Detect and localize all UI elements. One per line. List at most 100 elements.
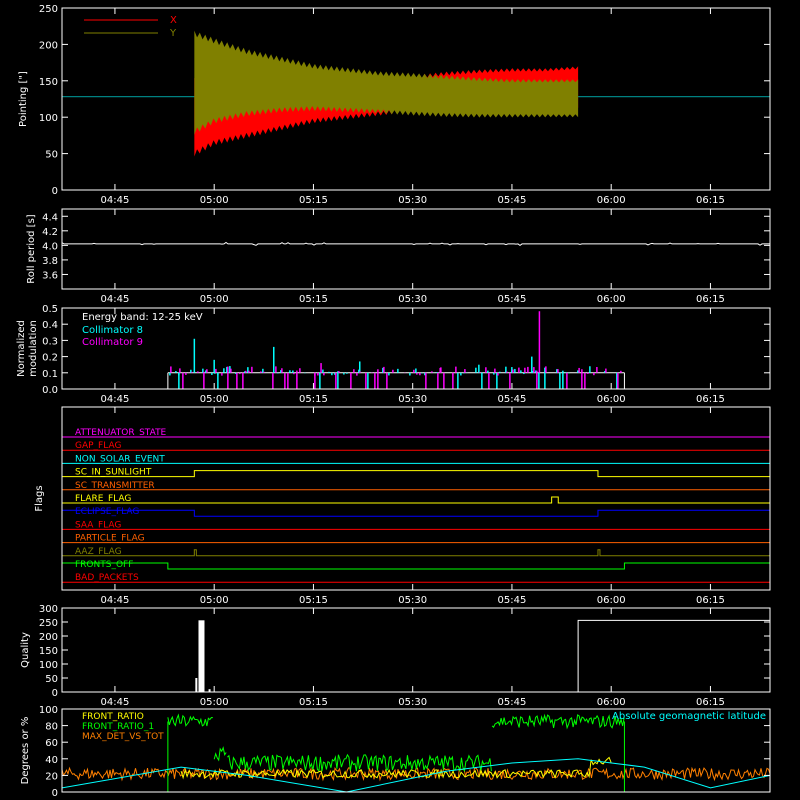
y-tick-label: 80 <box>45 722 58 733</box>
flag-line-flare_flag <box>62 496 770 504</box>
y-tick-label: 100 <box>39 113 58 124</box>
y-tick-label: 250 <box>39 618 58 629</box>
flag-label: SC_IN_SUNLIGHT <box>75 468 152 478</box>
flag-label: PARTICLE_FLAG <box>75 534 145 544</box>
y-tick-label: 200 <box>39 40 58 51</box>
quality-block <box>198 620 205 692</box>
flag-line-sc_in_sunlight <box>62 470 770 478</box>
y-tick-label: 0.4 <box>42 320 58 331</box>
y-axis-label: Flags <box>34 485 45 511</box>
y-axis-label: modulation <box>28 320 39 377</box>
x-tick-label: 05:00 <box>200 195 229 206</box>
x-tick-label: 05:45 <box>498 697 527 708</box>
flag-line-fronts_off <box>61 562 771 570</box>
y-tick-label: 150 <box>39 646 58 657</box>
y-tick-label: 3.6 <box>42 270 58 281</box>
y-tick-label: 250 <box>39 4 58 15</box>
x-tick-label: 04:45 <box>101 195 130 206</box>
x-tick-label: 05:15 <box>299 595 328 606</box>
y-tick-label: 0.0 <box>42 385 58 396</box>
y-tick-label: 4.0 <box>42 241 58 252</box>
y-tick-label: 40 <box>45 755 58 766</box>
figure: 04:45 05:00 05:15 05:30 05:45 06:00 06:15 0 50 10… <box>16 4 771 799</box>
y-tick-label: 60 <box>45 738 58 749</box>
x-tick-label: 05:00 <box>200 697 229 708</box>
x-tick-label: 05:30 <box>398 595 427 606</box>
x-tick-label: 05:45 <box>498 294 527 305</box>
legend-label: Y <box>169 28 177 39</box>
flag-line-eclipse_flag <box>61 509 771 517</box>
x-tick-label: 06:15 <box>696 294 725 305</box>
legend-label: X <box>170 15 177 26</box>
panel-2-frame <box>61 208 771 290</box>
x-tick-label: 04:45 <box>101 394 130 405</box>
x-tick-label: 06:15 <box>696 394 725 405</box>
x-tick-label: 05:00 <box>200 294 229 305</box>
y-tick-label: 4.4 <box>42 212 58 223</box>
x-tick-label: 04:45 <box>101 697 130 708</box>
x-tick-label: 05:15 <box>299 697 328 708</box>
legend-label: FRONT_RATIO <box>82 712 144 722</box>
x-tick-label: 05:45 <box>498 195 527 206</box>
y-tick-label: 50 <box>45 150 58 161</box>
y-tick-label: 0.3 <box>42 336 58 347</box>
x-tick-label: 05:15 <box>299 195 328 206</box>
legend-label: Collimator 8 <box>82 325 143 336</box>
y-tick-label: 50 <box>45 674 58 685</box>
y-tick-label: 3.8 <box>42 256 58 267</box>
series-front-ratio-1 <box>491 713 625 730</box>
y-tick-label: 20 <box>45 771 58 782</box>
flag-label: AAZ_FLAG <box>75 547 122 557</box>
flag-label: ATTENUATOR_STATE <box>75 428 167 438</box>
x-tick-label: 06:15 <box>696 697 725 708</box>
flag-label: GAP_FLAG <box>75 441 121 451</box>
y-axis-label: Normalized <box>16 320 27 377</box>
y-tick-label: 0.2 <box>42 353 58 364</box>
series-front-ratio-1 <box>227 753 492 772</box>
x-tick-label: 05:00 <box>200 394 229 405</box>
x-tick-label: 06:00 <box>597 697 626 708</box>
x-tick-label: 06:00 <box>597 195 626 206</box>
y-tick-label: 0.5 <box>42 304 58 315</box>
legend-label: Collimator 9 <box>82 337 143 348</box>
x-tick-label: 05:30 <box>398 195 427 206</box>
y-tick-label: 4.2 <box>42 227 58 238</box>
flag-label: SC_TRANSMITTER <box>75 481 155 491</box>
flag-label: BAD_PACKETS <box>75 573 139 583</box>
x-tick-label: 04:45 <box>101 294 130 305</box>
flag-label: SAA_FLAG <box>75 520 121 530</box>
x-tick-label: 05:15 <box>299 394 328 405</box>
flag-label: NON_SOLAR_EVENT <box>75 454 165 464</box>
y-tick-label: 300 <box>39 604 58 615</box>
x-tick-label: 05:45 <box>498 595 527 606</box>
y-tick-label: 0 <box>52 788 58 799</box>
x-tick-label: 06:15 <box>696 595 725 606</box>
y-axis-label: Degrees or % <box>20 717 31 785</box>
roll-period-line <box>61 241 770 246</box>
y-tick-label: 200 <box>39 632 58 643</box>
series-front-ratio-1 <box>213 746 227 762</box>
y-tick-label: 100 <box>39 660 58 671</box>
y-axis-label: Pointing ["] <box>18 71 29 127</box>
x-tick-label: 06:15 <box>696 195 725 206</box>
x-tick-label: 05:15 <box>299 294 328 305</box>
legend-label: MAX_DET_VS_TOT <box>82 732 164 742</box>
y-axis-label: Roll period [s] <box>26 214 37 283</box>
quality-level <box>577 619 770 692</box>
series-front-ratio-1 <box>167 713 213 727</box>
x-tick-label: 06:00 <box>597 294 626 305</box>
x-tick-label: 05:30 <box>398 697 427 708</box>
x-tick-label: 05:45 <box>498 394 527 405</box>
legend-label: FRONT_RATIO_1 <box>82 722 154 732</box>
y-tick-label: 100 <box>39 705 58 716</box>
y-tick-label: 0 <box>52 688 58 699</box>
x-tick-label: 05:30 <box>398 294 427 305</box>
x-tick-label: 05:30 <box>398 394 427 405</box>
x-tick-label: 05:00 <box>200 595 229 606</box>
y-axis-label: Quality <box>20 632 31 668</box>
y-tick-label: 150 <box>39 77 58 88</box>
y-tick-label: 0 <box>52 186 58 197</box>
flag-line-aaz_flag <box>62 549 770 557</box>
flag-label: ECLIPSE_FLAG <box>75 507 139 517</box>
flag-label: FRONTS_OFF <box>75 560 133 570</box>
